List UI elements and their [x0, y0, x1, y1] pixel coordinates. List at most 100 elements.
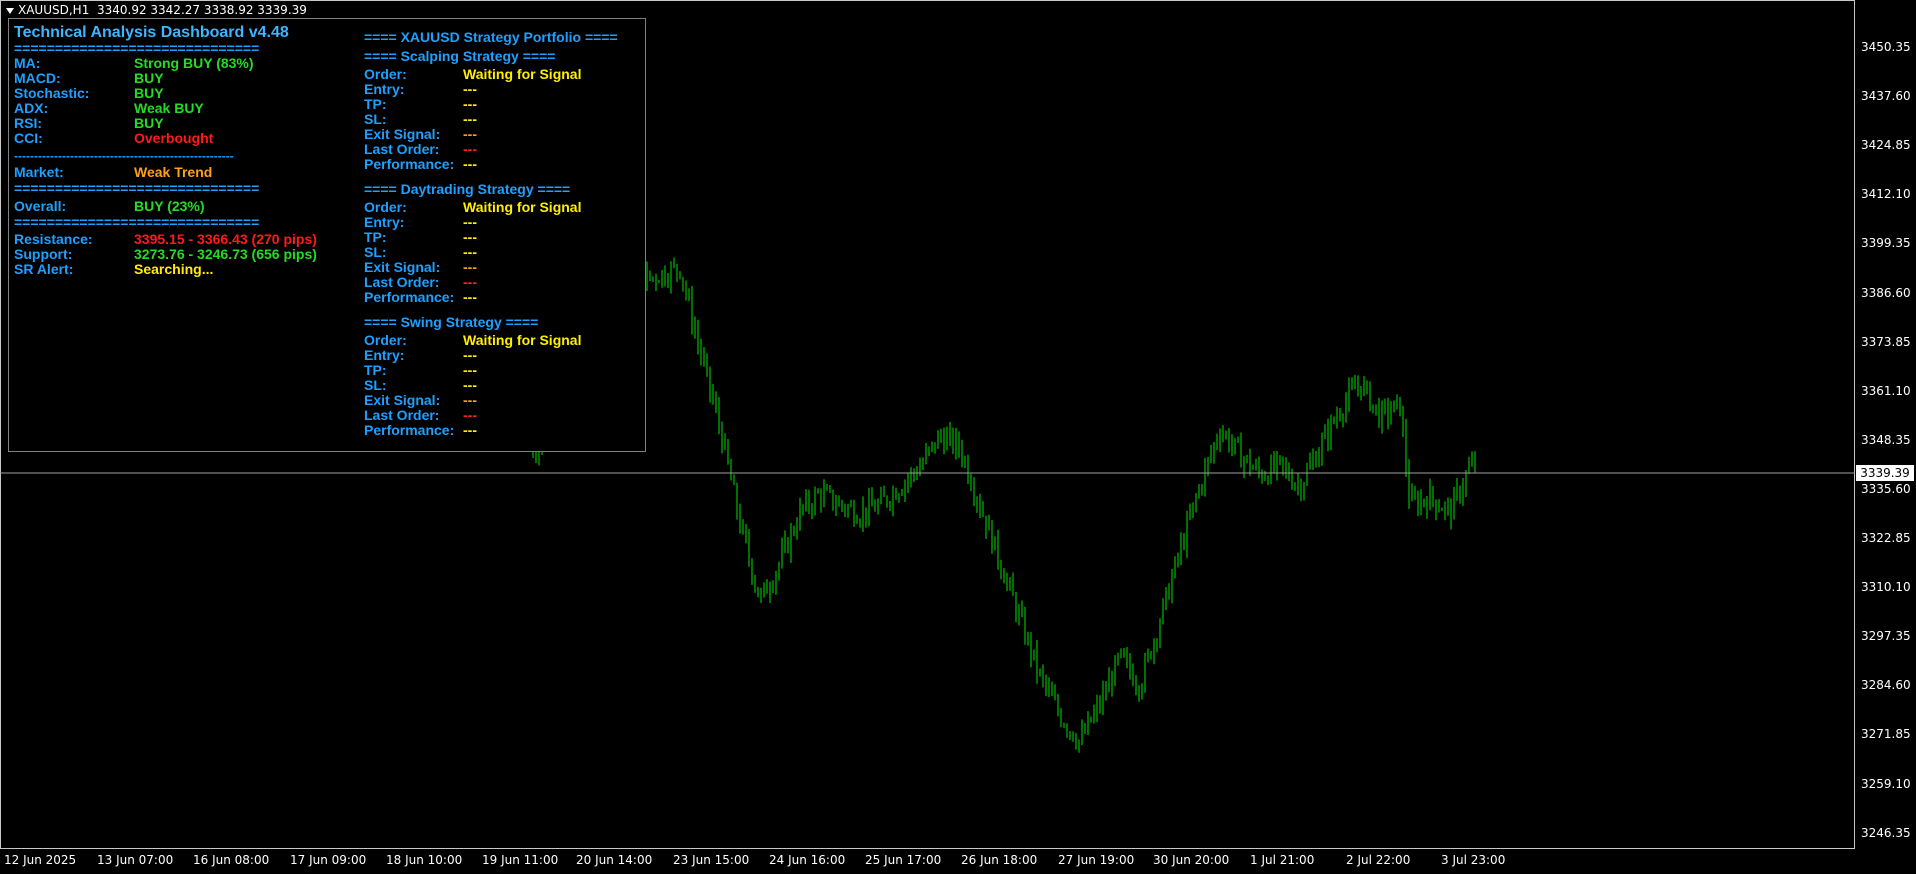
time-tick-label: 24 Jun 16:00 — [769, 853, 846, 867]
indicator-label-macd: MACD: — [14, 70, 61, 86]
strategy-row-label: Entry: — [364, 81, 405, 97]
time-tick-label: 3 Jul 23:00 — [1441, 853, 1506, 867]
indicator-label-adx: ADX: — [14, 100, 49, 116]
price-tick-label: 3259.10 — [1861, 776, 1911, 791]
strategy-row-label: Entry: — [364, 347, 405, 363]
strategy-row-value: Waiting for Signal — [463, 66, 582, 82]
price-tick-label: 3373.85 — [1861, 334, 1911, 349]
time-tick-label: 2 Jul 22:00 — [1346, 853, 1411, 867]
strategy-title-daytrading: ==== Daytrading Strategy ==== — [364, 181, 571, 197]
symbol-name: XAUUSD,H1 — [18, 3, 90, 17]
strategy-row-label: Performance: — [364, 289, 455, 305]
analysis-dashboard-panel: Technical Analysis Dashboard v4.48 =====… — [8, 18, 646, 452]
strategy-row-value: Waiting for Signal — [463, 199, 582, 215]
price-tick-label: 3361.10 — [1861, 383, 1911, 398]
strategy-row-value: --- — [463, 156, 477, 172]
indicator-label-cci: CCI: — [14, 130, 43, 146]
ohlc-values: 3340.92 3342.27 3338.92 3339.39 — [96, 3, 307, 17]
strategy-row-label: Last Order: — [364, 274, 440, 290]
strategy-row-value: --- — [463, 96, 477, 112]
strategy-row-value: --- — [463, 422, 477, 438]
strategy-row-value: --- — [463, 362, 477, 378]
strategy-row-value: --- — [463, 407, 477, 423]
strategy-row-label: Last Order: — [364, 407, 440, 423]
strategy-row-value: Waiting for Signal — [463, 332, 582, 348]
price-tick-label: 3322.85 — [1861, 531, 1911, 545]
price-tick-label: 3310.10 — [1861, 580, 1911, 595]
strategy-row-value: --- — [463, 289, 477, 305]
indicator-label-ma: MA: — [14, 55, 41, 71]
indicator-value-macd: BUY — [134, 70, 164, 86]
strategy-title-scalping: ==== Scalping Strategy ==== — [364, 48, 556, 64]
price-tick-label: 3450.35 — [1861, 40, 1911, 54]
indicator-label-rsi: RSI: — [14, 115, 42, 131]
strategy-row-value: --- — [463, 347, 477, 363]
strategy-row-label: TP: — [364, 362, 387, 378]
price-tick-label: 3412.10 — [1861, 187, 1911, 202]
strategy-row-value: --- — [463, 259, 477, 275]
strategy-row-label: Exit Signal: — [364, 392, 441, 408]
indicator-value-adx: Weak BUY — [134, 100, 204, 116]
price-tick-label: 3297.35 — [1861, 629, 1911, 644]
overall-label: Overall: — [14, 198, 67, 214]
symbol-header: XAUUSD,H1 3340.92 3342.27 3338.92 3339.3… — [6, 3, 307, 17]
indicator-value-rsi: BUY — [134, 115, 164, 131]
strategy-row-value: --- — [463, 244, 477, 260]
strategy-row-label: TP: — [364, 229, 387, 245]
separator-3: ============================== — [14, 180, 260, 196]
indicator-label-stochastic: Stochastic: — [14, 85, 90, 101]
time-tick-label: 17 Jun 09:00 — [290, 853, 367, 867]
time-tick-label: 25 Jun 17:00 — [865, 853, 942, 867]
time-tick-label: 26 Jun 18:00 — [961, 853, 1038, 867]
time-tick-label: 18 Jun 10:00 — [386, 853, 463, 867]
chevron-down-icon[interactable] — [6, 7, 14, 14]
portfolio-title: ==== XAUUSD Strategy Portfolio ==== — [364, 29, 618, 45]
price-tick-label: 3424.85 — [1861, 138, 1911, 153]
strategy-row-label: Exit Signal: — [364, 126, 441, 142]
strategy-row-value: --- — [463, 126, 477, 142]
dashboard-title: Technical Analysis Dashboard v4.48 — [14, 24, 289, 41]
strategy-row-value: --- — [463, 274, 477, 290]
strategy-row-value: --- — [463, 141, 477, 157]
strategy-row-label: Order: — [364, 332, 407, 348]
strategy-title-swing: ==== Swing Strategy ==== — [364, 314, 539, 330]
price-tick-label: 3348.35 — [1861, 432, 1911, 447]
price-tick-label: 3335.60 — [1861, 481, 1911, 496]
strategy-row-value: --- — [463, 81, 477, 97]
price-tick-label: 3284.60 — [1861, 678, 1911, 693]
current-price-marker: 3339.39 — [1856, 465, 1914, 481]
time-tick-label: 19 Jun 11:00 — [482, 853, 559, 867]
separator-2: ----------------------------------------… — [14, 149, 234, 163]
strategy-row-value: --- — [463, 111, 477, 127]
time-tick-label: 13 Jun 07:00 — [97, 853, 174, 867]
time-tick-label: 12 Jun 2025 — [4, 853, 77, 867]
sr-alert-label: SR Alert: — [14, 261, 74, 277]
strategy-row-value: --- — [463, 392, 477, 408]
price-tick-label: 3437.60 — [1861, 89, 1911, 104]
indicator-value-ma: Strong BUY (83%) — [134, 55, 254, 71]
strategy-row-label: Last Order: — [364, 141, 440, 157]
strategy-row-value: --- — [463, 377, 477, 393]
market-value: Weak Trend — [134, 164, 213, 180]
time-tick-label: 30 Jun 20:00 — [1153, 853, 1230, 867]
time-tick-label: 20 Jun 14:00 — [576, 853, 653, 867]
resistance-value: 3395.15 - 3366.43 (270 pips) — [134, 231, 317, 247]
time-tick-label: 16 Jun 08:00 — [193, 853, 270, 867]
time-tick-label: 1 Jul 21:00 — [1250, 853, 1315, 867]
market-label: Market: — [14, 164, 64, 180]
strategy-row-label: Performance: — [364, 156, 455, 172]
time-tick-label: 23 Jun 15:00 — [673, 853, 750, 867]
strategy-row-value: --- — [463, 229, 477, 245]
strategy-row-label: Order: — [364, 66, 407, 82]
strategy-row-label: SL: — [364, 377, 387, 393]
strategy-row-label: Entry: — [364, 214, 405, 230]
strategy-row-label: Performance: — [364, 422, 455, 438]
separator-1: ============================== — [14, 40, 260, 56]
sr-alert-value: Searching... — [134, 261, 214, 277]
price-tick-label: 3271.85 — [1861, 727, 1911, 742]
price-tick-label: 3246.35 — [1861, 825, 1911, 840]
separator-4: ============================== — [14, 214, 260, 230]
overall-value: BUY (23%) — [134, 198, 205, 214]
strategy-row-label: SL: — [364, 111, 387, 127]
time-tick-label: 27 Jun 19:00 — [1058, 853, 1135, 867]
